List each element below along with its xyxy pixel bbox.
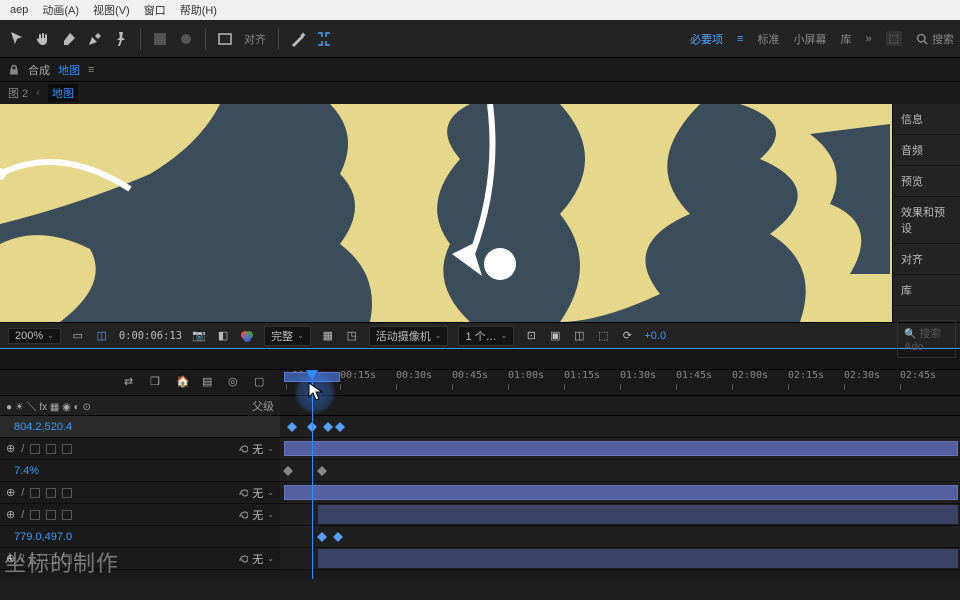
- breadcrumb-chevron-icon: ‹: [36, 87, 40, 99]
- tab-2[interactable]: 地图: [48, 84, 78, 102]
- exposure-value[interactable]: +0.0: [644, 330, 666, 342]
- panel-align[interactable]: 对齐: [893, 244, 960, 275]
- coord-value[interactable]: 779.0,497.0: [14, 531, 72, 543]
- panel-library[interactable]: 库: [893, 275, 960, 306]
- hand-tool-icon[interactable]: [32, 28, 54, 50]
- property-position-row[interactable]: 804.2,520.4: [0, 416, 960, 438]
- eraser-tool-icon[interactable]: [58, 28, 80, 50]
- mask-icon[interactable]: ◳: [345, 329, 359, 343]
- color-mgmt-icon[interactable]: [240, 329, 254, 343]
- misc-tool-icon[interactable]: [175, 28, 197, 50]
- vf-icon-3[interactable]: ◫: [572, 329, 586, 343]
- align-label: 对齐: [240, 31, 270, 47]
- comp-label: 合成: [28, 62, 50, 78]
- wand-icon[interactable]: [287, 28, 309, 50]
- search-icon: [916, 33, 928, 45]
- tool-bar: 对齐 必要项 ≡ 标准 小屏幕 库 » ⬚ 搜索: [0, 20, 960, 58]
- camera-select[interactable]: 活动摄像机⌄: [369, 326, 449, 346]
- lock-icon[interactable]: [8, 64, 20, 76]
- composition-header: 合成 地图 ≡: [0, 58, 960, 82]
- search-box[interactable]: 搜索: [916, 31, 954, 47]
- layer-row-2[interactable]: ⊕/ 无⌄: [0, 482, 960, 504]
- parent-dropdown[interactable]: 无⌄: [236, 485, 274, 501]
- layer-row-4[interactable]: ⊕/ 无⌄: [0, 548, 960, 570]
- side-panels: 信息 音频 预览 效果和预设 对齐 库 🔍 搜索 Ado: [892, 104, 960, 322]
- title-fragment: aep: [4, 2, 34, 18]
- comp-tabs: 图 2 ‹ 地图: [0, 82, 960, 104]
- workspace-standard[interactable]: 标准: [757, 31, 779, 47]
- panel-preview[interactable]: 预览: [893, 166, 960, 197]
- layer-columns-header: ● ☀ ＼ fx ▦ ◉ ◐ ⊙ 父级: [0, 396, 280, 415]
- property-opacity-row[interactable]: 7.4%: [0, 460, 960, 482]
- workspace-switcher: 必要项 ≡ 标准 小屏幕 库 » ⬚ 搜索: [690, 31, 954, 47]
- layout-icon[interactable]: ▦: [321, 329, 335, 343]
- panel-info[interactable]: 信息: [893, 104, 960, 135]
- rect-icon[interactable]: [214, 28, 236, 50]
- tl-tool-2[interactable]: ❒: [150, 375, 166, 391]
- tab-1[interactable]: 图 2: [8, 85, 28, 101]
- workspace-small[interactable]: 小屏幕: [793, 31, 826, 47]
- parent-dropdown[interactable]: 无⌄: [236, 507, 274, 523]
- grid-icon[interactable]: ◫: [95, 329, 109, 343]
- selection-tool-icon[interactable]: [6, 28, 28, 50]
- menu-view[interactable]: 视图(V): [87, 0, 136, 20]
- parent-col: 父级: [252, 398, 274, 414]
- panel-search[interactable]: 🔍 搜索 Ado: [897, 320, 956, 358]
- tl-tool-4[interactable]: ▤: [202, 375, 218, 391]
- tl-tool-1[interactable]: ⇄: [124, 375, 140, 391]
- pen-tool-icon[interactable]: [84, 28, 106, 50]
- layer-row-3[interactable]: ⊕/ 无⌄: [0, 504, 960, 526]
- menu-help[interactable]: 帮助(H): [174, 0, 223, 20]
- parent-dropdown[interactable]: 无⌄: [236, 551, 274, 567]
- tl-tool-6[interactable]: ▢: [254, 375, 270, 391]
- position-value[interactable]: 804.2,520.4: [14, 421, 72, 433]
- panel-audio[interactable]: 音频: [893, 135, 960, 166]
- quality-select[interactable]: 完整⌄: [264, 326, 311, 346]
- composition-viewport[interactable]: [0, 104, 892, 322]
- opacity-value[interactable]: 7.4%: [14, 465, 39, 477]
- menu-window[interactable]: 窗口: [138, 0, 172, 20]
- parent-dropdown[interactable]: 无⌄: [236, 441, 274, 457]
- col-icons: ● ☀ ＼ fx ▦ ◉ ◐ ⊙: [6, 398, 91, 413]
- camera-icon[interactable]: 📷: [192, 329, 206, 343]
- workspace-library[interactable]: 库: [840, 31, 851, 47]
- zoom-select[interactable]: 200%⌄: [8, 328, 61, 344]
- timeline-header-tools: ⇄ ❒ 🏠 ▤ ◎ ▢: [0, 370, 280, 395]
- views-select[interactable]: 1 个…⌄: [458, 326, 514, 346]
- pin-tool-icon[interactable]: [110, 28, 132, 50]
- snapshot-icon[interactable]: ◧: [216, 329, 230, 343]
- panel-effects[interactable]: 效果和预设: [893, 197, 960, 244]
- vf-icon-2[interactable]: ▣: [548, 329, 562, 343]
- snap-icon[interactable]: [313, 28, 335, 50]
- workspace-essential[interactable]: 必要项: [690, 31, 723, 47]
- timeline-panel: ⇄ ❒ 🏠 ▤ ◎ ▢ :00s 00:15s 00:30s 00:45s 01…: [0, 370, 960, 580]
- menu-animation[interactable]: 动画(A): [36, 0, 85, 20]
- shape-tool-icon[interactable]: [149, 28, 171, 50]
- panel-divider[interactable]: [0, 348, 960, 370]
- layer-row-1[interactable]: ⊕/ 无⌄: [0, 438, 960, 460]
- time-ruler[interactable]: :00s 00:15s 00:30s 00:45s 01:00s 01:15s …: [280, 370, 960, 395]
- workspace-overflow-icon[interactable]: »: [865, 33, 871, 45]
- timecode[interactable]: 0:00:06:13: [119, 330, 182, 342]
- property-coord-row[interactable]: 779.0,497.0: [0, 526, 960, 548]
- res-icon[interactable]: ▭: [71, 329, 85, 343]
- comp-name[interactable]: 地图: [58, 62, 80, 78]
- playhead[interactable]: [312, 370, 313, 579]
- vf-icon-1[interactable]: ⊡: [524, 329, 538, 343]
- menu-bar: aep 动画(A) 视图(V) 窗口 帮助(H): [0, 0, 960, 20]
- viewport-footer: 200%⌄ ▭ ◫ 0:00:06:13 📷 ◧ 完整⌄ ▦ ◳ 活动摄像机⌄ …: [0, 322, 960, 348]
- tl-tool-3[interactable]: 🏠: [176, 375, 192, 391]
- exposure-reset-icon[interactable]: ⟳: [620, 329, 634, 343]
- vf-icon-4[interactable]: ⬚: [596, 329, 610, 343]
- workspace-settings-icon[interactable]: ⬚: [886, 31, 902, 46]
- tl-tool-5[interactable]: ◎: [228, 375, 244, 391]
